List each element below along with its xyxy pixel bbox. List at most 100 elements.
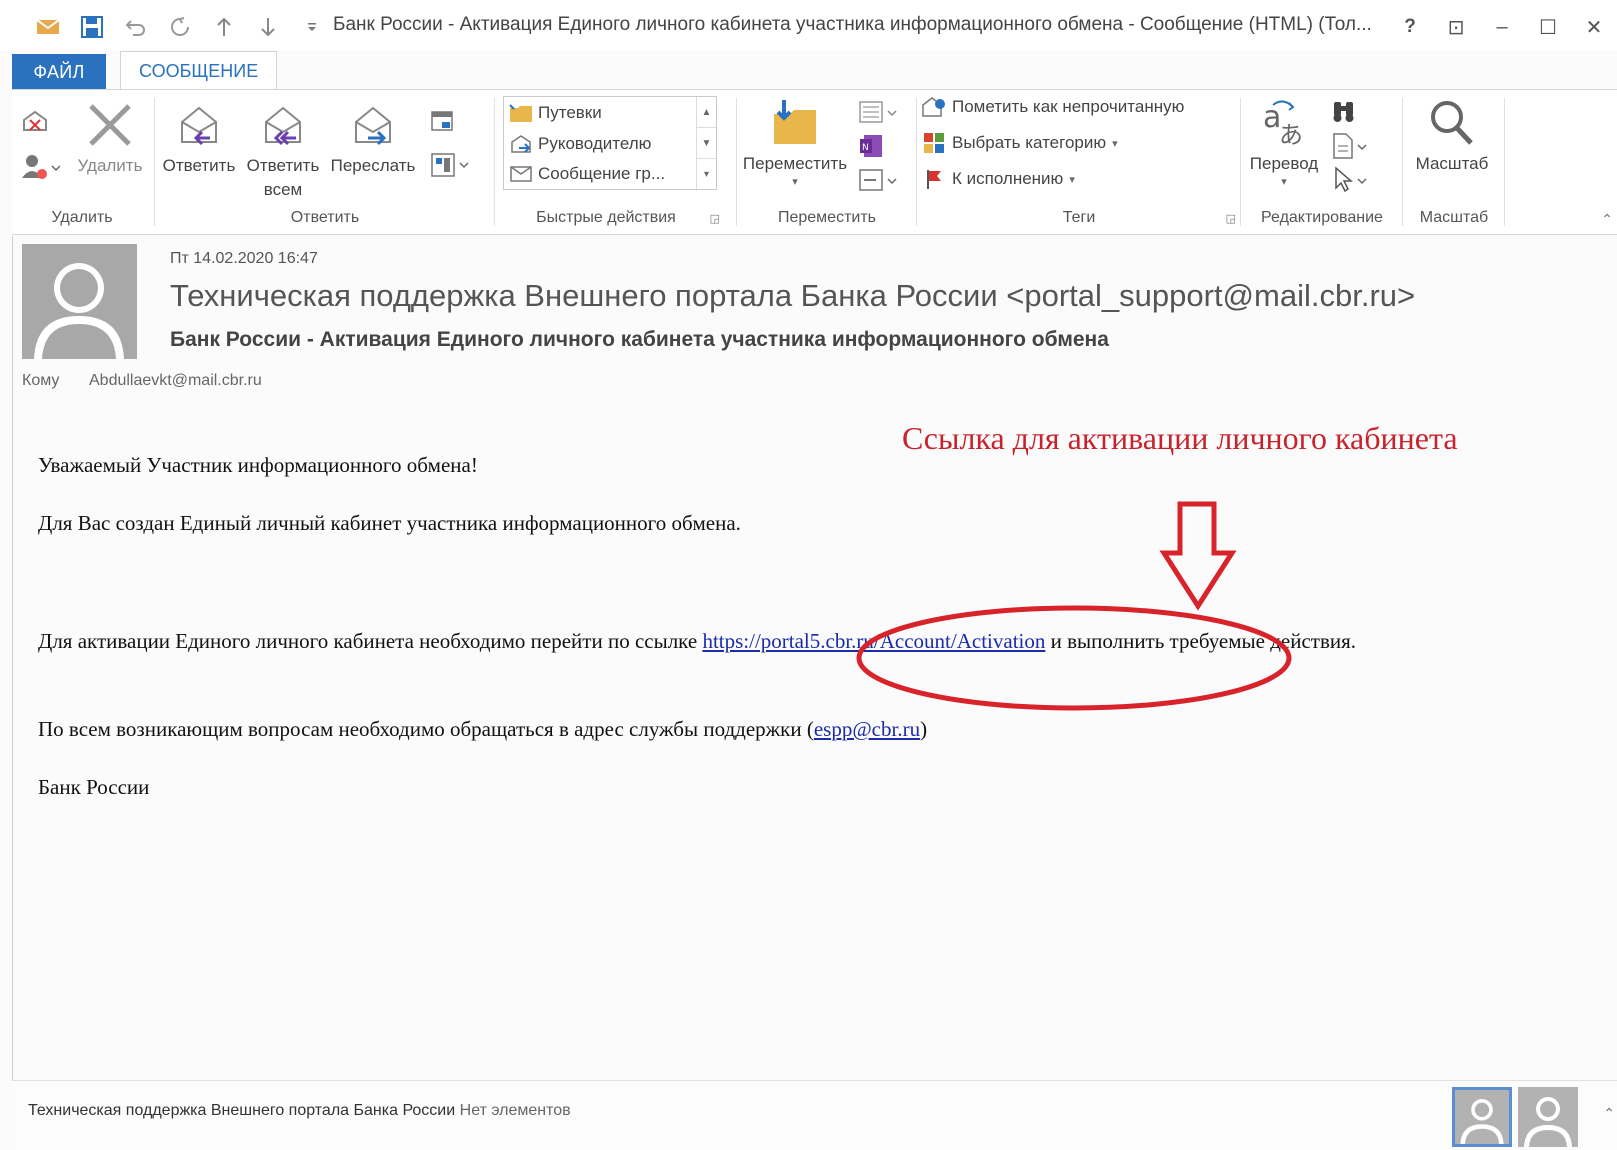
quick-steps-gallery: Путевки Руководителю Сообщение гр... ▲ ▼… (503, 96, 717, 191)
arrow-down-icon[interactable] (246, 12, 290, 42)
group-tags: Пометить как непрочитанную Выбрать катег… (920, 90, 1238, 235)
svg-text:あ: あ (1279, 121, 1303, 149)
customize-qat-icon[interactable] (290, 12, 334, 42)
ribbon-display-options-button[interactable]: ⊡ (1433, 10, 1479, 44)
support-text: По всем возникающим вопросам необходимо … (38, 717, 814, 741)
people-pane-status: Нет элементов (459, 1102, 571, 1119)
close-button[interactable]: ✕ (1571, 10, 1617, 44)
related-icon[interactable] (1330, 132, 1374, 165)
translate-button[interactable]: aあ Перевод ▾ (1244, 94, 1324, 188)
team-email-icon (508, 162, 534, 186)
separator (1504, 98, 1505, 226)
categorize-button[interactable]: Выбрать категорию ▾ (920, 130, 1118, 156)
forward-label: Переслать (330, 156, 416, 175)
more-respond-icon[interactable] (430, 150, 474, 185)
categorize-icon (920, 130, 948, 156)
to-manager-icon (508, 132, 534, 156)
undo-icon[interactable] (114, 12, 158, 42)
tab-message[interactable]: СООБЩЕНИЕ (120, 51, 278, 91)
group-label-delete: Удалить (51, 209, 113, 226)
message-header: Пт 14.02.2020 16:47 Техническая поддержк… (12, 236, 1617, 406)
scroll-up-icon[interactable]: ▲ (697, 97, 716, 128)
collapse-ribbon-icon[interactable]: ⌃ (1601, 211, 1613, 228)
group-zoom: Масштаб Масштаб (1406, 90, 1502, 235)
created-paragraph: Для Вас создан Единый личный кабинет уча… (38, 511, 741, 535)
minimize-button[interactable]: – (1479, 10, 1525, 44)
follow-up-button[interactable]: К исполнению ▾ (920, 166, 1075, 192)
move-button[interactable]: Переместить ▾ (740, 94, 850, 188)
tab-file[interactable]: ФАЙЛ (12, 54, 106, 90)
gallery-more-icon[interactable]: ▾ (697, 159, 716, 190)
select-icon[interactable] (1330, 166, 1374, 199)
categorize-label: Выбрать категорию (952, 133, 1107, 152)
people-pane-sender[interactable]: Техническая поддержка Внешнего портала Б… (28, 1102, 455, 1119)
sender-avatar[interactable] (22, 244, 137, 359)
expand-people-pane-icon[interactable]: ⌃ (1603, 1105, 1615, 1122)
message-subject: Банк России - Активация Единого личного … (170, 328, 1109, 351)
activation-paragraph: Для активации Единого личного кабинета н… (38, 626, 1568, 656)
zoom-label: Масштаб (1415, 154, 1489, 173)
mail-icon[interactable] (26, 12, 70, 42)
sender-name[interactable]: Техническая поддержка Внешнего портала Б… (170, 278, 1415, 314)
forward-button[interactable]: Переслать (326, 96, 420, 178)
quick-step-item[interactable]: Путевки (508, 101, 602, 125)
group-label-move: Переместить (777, 209, 877, 226)
group-delete: Удалить Удалить (12, 90, 152, 235)
meeting-icon[interactable] (430, 108, 456, 139)
mark-unread-button[interactable]: Пометить как непрочитанную (920, 94, 1184, 120)
junk-icon[interactable] (20, 152, 61, 187)
help-button[interactable]: ? (1387, 10, 1433, 44)
separator (736, 98, 737, 226)
separator (1402, 98, 1403, 226)
move-label: Переместить (742, 154, 848, 173)
delete-label: Удалить (77, 156, 143, 175)
quick-step-item[interactable]: Сообщение гр... (508, 162, 665, 186)
delete-x-icon (70, 96, 150, 154)
separator (494, 98, 495, 226)
onenote-icon[interactable]: N (858, 132, 886, 165)
quick-step-item[interactable]: Руководителю (508, 132, 651, 156)
group-label-tags: Теги (1062, 209, 1096, 226)
people-pane: Техническая поддержка Внешнего портала Б… (12, 1080, 1617, 1150)
rules-icon[interactable] (858, 98, 902, 131)
to-label: Кому (22, 372, 60, 389)
person-icon (1460, 1099, 1504, 1144)
save-icon[interactable] (70, 12, 114, 42)
zoom-button[interactable]: Масштаб (1406, 94, 1498, 176)
svg-text:N: N (862, 143, 869, 153)
reply-all-button[interactable]: Ответить всем (242, 96, 324, 202)
activation-link[interactable]: https://portal5.cbr.ru/Account/Activatio… (702, 629, 1045, 653)
reply-all-label-2: всем (263, 180, 303, 199)
people-pane-text: Техническая поддержка Внешнего портала Б… (28, 1102, 571, 1120)
dialog-launcher-icon[interactable]: ◲ (1226, 212, 1236, 225)
gallery-scrollbar[interactable]: ▲ ▼ ▾ (696, 97, 716, 191)
dropdown-arrow-icon: ▾ (792, 176, 798, 188)
dialog-launcher-icon[interactable]: ◲ (710, 212, 720, 225)
maximize-button[interactable]: ☐ (1525, 10, 1571, 44)
title-bar: Банк России - Активация Единого личного … (0, 0, 1617, 50)
people-avatar[interactable] (1518, 1087, 1578, 1147)
ignore-icon[interactable] (20, 106, 50, 141)
dropdown-arrow-icon: ▾ (1069, 173, 1075, 186)
scroll-down-icon[interactable]: ▼ (697, 128, 716, 159)
quick-access-toolbar (26, 12, 334, 42)
support-paragraph: По всем возникающим вопросам необходимо … (38, 714, 927, 744)
reply-button[interactable]: Ответить (158, 96, 240, 178)
group-label-respond: Ответить (290, 209, 360, 226)
greeting-paragraph: Уважаемый Участник информационного обмен… (38, 453, 478, 477)
follow-up-label: К исполнению (952, 169, 1064, 188)
quick-step-label: Руководителю (538, 134, 652, 153)
actions-icon[interactable] (858, 166, 902, 199)
to-recipient[interactable]: Abdullaevkt@mail.cbr.ru (89, 372, 262, 390)
find-icon[interactable] (1330, 98, 1358, 129)
redo-icon[interactable] (158, 12, 202, 42)
reply-label: Ответить (162, 156, 236, 175)
ribbon-tabs: ФАЙЛ СООБЩЕНИЕ (12, 50, 278, 91)
support-email-link[interactable]: espp@cbr.ru (814, 717, 920, 741)
people-avatar-selected[interactable] (1452, 1087, 1512, 1147)
delete-button[interactable]: Удалить (70, 96, 150, 178)
arrow-up-icon[interactable] (202, 12, 246, 42)
window-controls: ? ⊡ – ☐ ✕ (1387, 10, 1617, 44)
magnifier-icon (1406, 94, 1498, 152)
reply-all-label: Ответить (246, 156, 320, 175)
